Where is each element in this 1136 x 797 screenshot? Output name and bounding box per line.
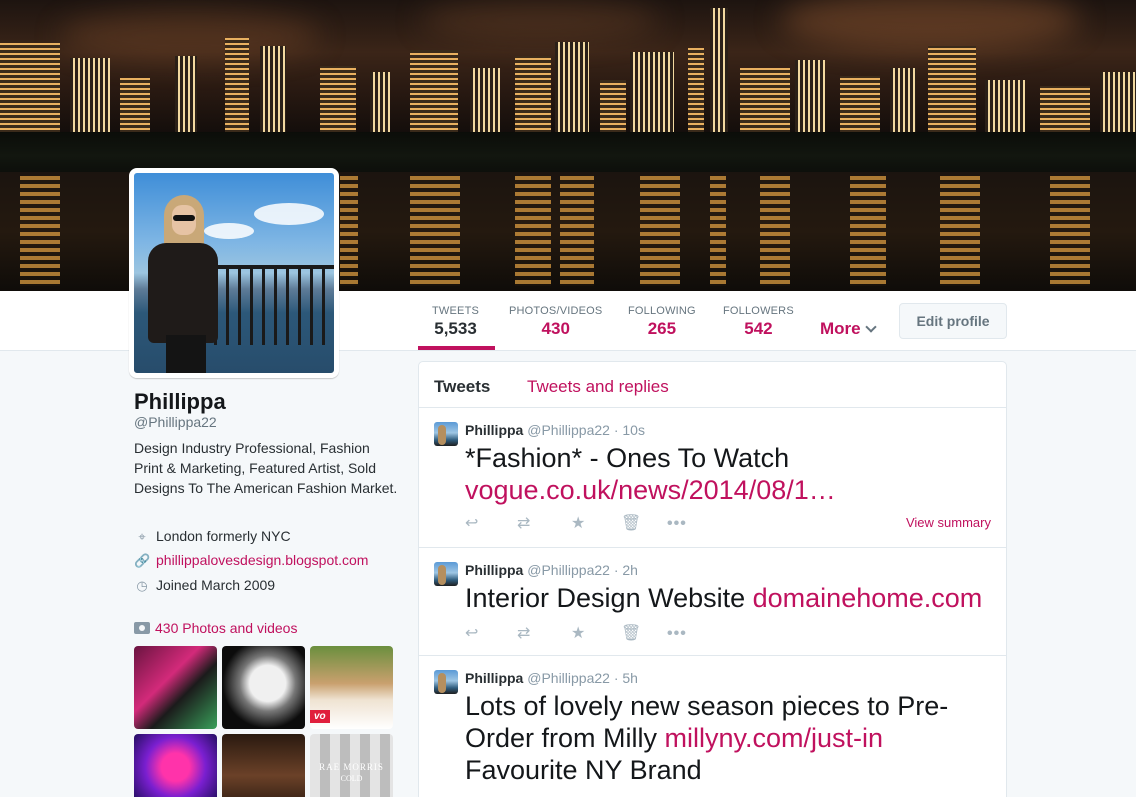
photos-videos-link[interactable]: 430 Photos and videos: [134, 620, 297, 636]
profile-joined: ◷ Joined March 2009: [134, 577, 275, 594]
stat-tweets-value: 5,533: [434, 319, 477, 338]
thumbnail-artist-text: RAE MORRIS: [319, 762, 384, 772]
stat-tweets-label: TWEETS: [432, 305, 480, 317]
stat-photos-videos[interactable]: PHOTOS/VIDEOS 430: [509, 305, 602, 339]
profile-website-link[interactable]: phillippalovesdesign.blogspot.com: [156, 552, 368, 568]
stat-followers-label: FOLLOWERS: [723, 305, 794, 317]
tweet-author-handle[interactable]: @Phillippa22: [527, 562, 610, 578]
trash-icon[interactable]: 🗑: [621, 514, 641, 534]
profile-location: ⌖ London formerly NYC: [134, 528, 291, 545]
stat-photos-videos-value: 430: [541, 319, 570, 338]
retweet-icon[interactable]: ⇄: [517, 624, 530, 644]
tweet-header: Phillippa @Phillippa22 · 10s: [465, 422, 645, 438]
tweet-text: Lots of lovely new season pieces to Pre-…: [465, 690, 995, 786]
trash-icon[interactable]: 🗑: [621, 624, 641, 644]
profile-name[interactable]: Phillippa: [134, 389, 226, 415]
tab-tweets[interactable]: Tweets: [434, 377, 490, 397]
photo-thumbnail[interactable]: RAE MORRIS COLD: [310, 734, 393, 797]
timeline: Tweets Tweets and replies Phillippa @Phi…: [418, 361, 1007, 797]
tweet-text: Interior Design Website domainehome.com: [465, 582, 995, 614]
more-options-icon[interactable]: •••: [667, 514, 687, 534]
link-icon: 🔗: [134, 553, 151, 568]
timeline-tabs: Tweets Tweets and replies: [419, 362, 1006, 408]
thumbnail-title-text: COLD: [340, 774, 363, 783]
tweet-avatar[interactable]: [434, 562, 458, 586]
reply-icon[interactable]: ↩: [465, 514, 478, 534]
stat-following-value: 265: [647, 319, 677, 338]
favorite-star-icon[interactable]: ★: [571, 514, 585, 534]
tweet-avatar[interactable]: [434, 422, 458, 446]
photo-thumbnail[interactable]: [222, 734, 305, 797]
more-menu-button[interactable]: More: [820, 319, 877, 339]
chevron-down-icon: [864, 321, 877, 333]
avatar[interactable]: [129, 168, 339, 378]
stat-followers-value: 542: [744, 319, 773, 338]
reply-icon[interactable]: ↩: [465, 624, 478, 644]
location-pin-icon: ⌖: [138, 529, 146, 544]
profile-location-text: London formerly NYC: [156, 528, 291, 544]
photos-videos-link-text: 430 Photos and videos: [155, 620, 298, 636]
stat-following-label: FOLLOWING: [628, 305, 696, 317]
tab-tweets-and-replies[interactable]: Tweets and replies: [527, 377, 669, 397]
more-menu-label: More: [820, 319, 861, 338]
tweet-author-handle[interactable]: @Phillippa22: [527, 422, 610, 438]
edit-profile-button[interactable]: Edit profile: [899, 303, 1007, 339]
tweet-header: Phillippa @Phillippa22 · 5h: [465, 670, 638, 686]
photo-thumbnail[interactable]: evo: [134, 734, 217, 797]
tweet-avatar[interactable]: [434, 670, 458, 694]
active-stat-underline: [418, 346, 495, 350]
tweet[interactable]: Phillippa @Phillippa22 · 2h Interior Des…: [419, 548, 1006, 656]
tweet[interactable]: Phillippa @Phillippa22 · 10s *Fashion* -…: [419, 408, 1006, 548]
stat-followers[interactable]: FOLLOWERS 542: [723, 305, 794, 339]
tweet[interactable]: Phillippa @Phillippa22 · 5h Lots of love…: [419, 656, 1006, 797]
tweet-author-handle[interactable]: @Phillippa22: [527, 670, 610, 686]
tweet-body: Interior Design Website: [465, 583, 753, 613]
tweet-author-name[interactable]: Phillippa: [465, 422, 523, 438]
stat-following[interactable]: FOLLOWING 265: [628, 305, 696, 339]
tweet-link[interactable]: vogue.co.uk/news/2014/08/1…: [465, 475, 836, 505]
retweet-icon[interactable]: ⇄: [517, 514, 530, 534]
clock-icon: ◷: [136, 578, 148, 593]
view-summary-link[interactable]: View summary: [906, 515, 991, 530]
tweet-text: *Fashion* - Ones To Watch vogue.co.uk/ne…: [465, 442, 995, 506]
favorite-star-icon[interactable]: ★: [571, 624, 585, 644]
tweet-header: Phillippa @Phillippa22 · 2h: [465, 562, 638, 578]
photo-thumbnail[interactable]: [134, 646, 217, 729]
profile-handle[interactable]: @Phillippa22: [134, 414, 217, 430]
profile-bio: Design Industry Professional, Fashion Pr…: [134, 440, 398, 496]
tweet-link[interactable]: millyny.com/just-in: [665, 723, 884, 753]
profile-joined-text: Joined March 2009: [156, 577, 276, 593]
photo-thumbnail[interactable]: vo: [310, 646, 393, 729]
photo-thumbnail[interactable]: [222, 646, 305, 729]
tweet-body: *Fashion* - Ones To Watch: [465, 443, 790, 473]
tweet-link[interactable]: domainehome.com: [753, 583, 983, 613]
more-options-icon[interactable]: •••: [667, 624, 687, 644]
camera-icon: [134, 622, 150, 634]
stat-tweets[interactable]: TWEETS 5,533: [432, 305, 479, 339]
vevo-badge: vo: [310, 710, 330, 723]
profile-website[interactable]: 🔗 phillippalovesdesign.blogspot.com: [134, 552, 368, 569]
tweet-body-tail: Favourite NY Brand: [465, 755, 702, 785]
tweet-author-name[interactable]: Phillippa: [465, 562, 523, 578]
tweet-timestamp[interactable]: · 5h: [614, 670, 638, 686]
tweet-timestamp[interactable]: · 2h: [614, 562, 638, 578]
tweet-timestamp[interactable]: · 10s: [614, 422, 645, 438]
stat-photos-videos-label: PHOTOS/VIDEOS: [509, 305, 603, 317]
tweet-author-name[interactable]: Phillippa: [465, 670, 523, 686]
